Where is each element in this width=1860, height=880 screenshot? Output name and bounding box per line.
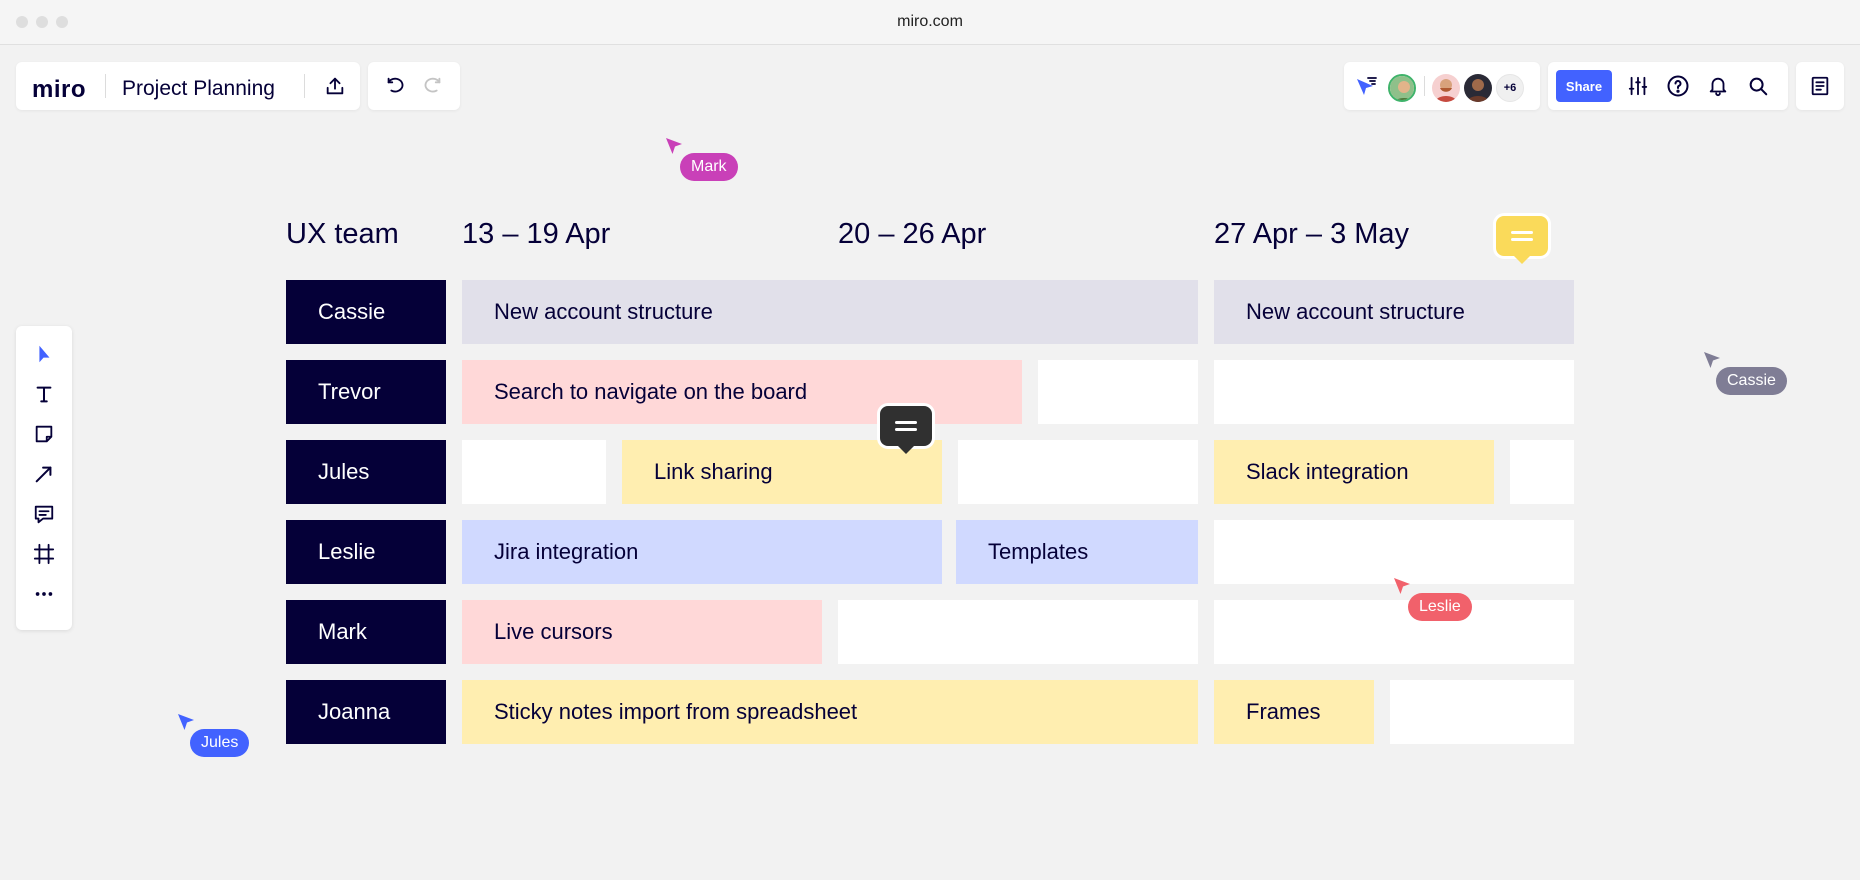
cursor-filter-button[interactable] — [1352, 72, 1380, 100]
task-card[interactable]: Sticky notes import from spreadsheet — [462, 680, 1198, 744]
comment-tool-icon — [34, 505, 54, 524]
redo-icon — [424, 77, 441, 93]
avatar[interactable] — [1432, 74, 1460, 102]
empty-slot[interactable] — [1510, 440, 1574, 504]
sticky-note-icon — [35, 425, 53, 443]
member-label: Cassie — [286, 280, 446, 344]
member-label: Joanna — [286, 680, 446, 744]
empty-slot[interactable] — [1214, 360, 1574, 424]
help-icon — [1667, 75, 1689, 97]
comment-icon — [1511, 231, 1533, 241]
week-header: 27 Apr – 3 May — [1214, 218, 1410, 250]
frame-tool[interactable] — [24, 536, 64, 572]
browser-url: miro.com — [897, 13, 963, 30]
empty-slot[interactable] — [1038, 360, 1198, 424]
settings-button[interactable] — [1624, 72, 1652, 100]
empty-slot[interactable] — [462, 440, 606, 504]
redo-button[interactable] — [416, 70, 450, 102]
notifications-button[interactable] — [1704, 72, 1732, 100]
avatar[interactable] — [1388, 74, 1416, 102]
search-button[interactable] — [1744, 72, 1772, 100]
undo-button[interactable] — [378, 70, 412, 102]
cursor-arrow-icon — [1704, 352, 1720, 368]
board-header-panel: miro Project Planning — [16, 62, 360, 110]
empty-slot[interactable] — [1214, 520, 1574, 584]
text-tool[interactable] — [24, 376, 64, 412]
collaborators-panel: +6 — [1344, 62, 1540, 110]
comment-tail — [1514, 256, 1530, 264]
team-label: UX team — [286, 218, 399, 250]
line-tool-icon — [35, 466, 52, 483]
empty-slot[interactable] — [1214, 600, 1574, 664]
browser-titlebar: miro.com — [0, 0, 1860, 45]
frame-tool-icon — [33, 543, 55, 565]
task-card[interactable]: Link sharing — [622, 440, 942, 504]
board-title[interactable]: Project Planning — [122, 77, 275, 101]
comment-tail — [898, 446, 914, 454]
share-button[interactable]: Share — [1556, 70, 1612, 102]
sliders-icon — [1628, 76, 1648, 96]
empty-slot[interactable] — [838, 600, 1198, 664]
comment-thread[interactable] — [880, 406, 932, 454]
creation-toolbar — [16, 326, 72, 630]
empty-slot[interactable] — [1390, 680, 1574, 744]
cursor-label-mark: Mark — [680, 153, 738, 181]
more-tools-button[interactable] — [24, 576, 64, 612]
comment-tool[interactable] — [24, 496, 64, 532]
help-button[interactable] — [1664, 72, 1692, 100]
more-icon — [35, 592, 53, 596]
cursor-label-leslie: Leslie — [1408, 593, 1472, 621]
empty-slot[interactable] — [958, 440, 1198, 504]
bell-icon — [1709, 77, 1727, 97]
cursor-label-cassie: Cassie — [1716, 367, 1787, 395]
member-label: Jules — [286, 440, 446, 504]
history-panel — [368, 62, 460, 110]
select-tool[interactable] — [24, 336, 64, 372]
more-collaborators-badge[interactable]: +6 — [1496, 74, 1524, 102]
task-card[interactable]: Templates — [956, 520, 1198, 584]
miro-logo[interactable]: miro — [32, 76, 86, 104]
task-card[interactable]: Slack integration — [1214, 440, 1494, 504]
comment-thread[interactable] — [1496, 216, 1548, 264]
week-header: 13 – 19 Apr — [462, 218, 611, 250]
task-card[interactable]: Live cursors — [462, 600, 822, 664]
notes-panel — [1796, 62, 1844, 110]
member-label: Trevor — [286, 360, 446, 424]
cursor-arrow-icon — [178, 714, 194, 730]
share-tools-panel: Share — [1548, 62, 1788, 110]
task-card[interactable]: New account structure — [1214, 280, 1574, 344]
week-header: 20 – 26 Apr — [838, 218, 987, 250]
notes-button[interactable] — [1806, 72, 1834, 100]
upload-icon — [326, 77, 344, 95]
export-button[interactable] — [318, 70, 352, 102]
notes-icon — [1811, 76, 1829, 96]
divider — [105, 74, 106, 98]
comment-icon — [895, 421, 917, 431]
select-tool-icon — [39, 345, 50, 363]
sticky-note-tool[interactable] — [24, 416, 64, 452]
divider — [304, 74, 305, 98]
line-tool[interactable] — [24, 456, 64, 492]
member-label: Mark — [286, 600, 446, 664]
avatar[interactable] — [1464, 74, 1492, 102]
cursor-arrow-icon — [666, 138, 682, 154]
cursor-arrow-icon — [1394, 578, 1410, 594]
cursor-label-jules: Jules — [190, 729, 250, 757]
cursor-filter-icon — [1357, 77, 1377, 95]
task-card[interactable]: Search to navigate on the board — [462, 360, 1022, 424]
task-card[interactable]: Jira integration — [462, 520, 942, 584]
member-label: Leslie — [286, 520, 446, 584]
task-card[interactable]: Frames — [1214, 680, 1374, 744]
divider — [1424, 76, 1425, 96]
search-icon — [1749, 77, 1768, 96]
task-card[interactable]: New account structure — [462, 280, 1198, 344]
undo-icon — [387, 77, 404, 93]
text-tool-icon — [36, 386, 52, 403]
